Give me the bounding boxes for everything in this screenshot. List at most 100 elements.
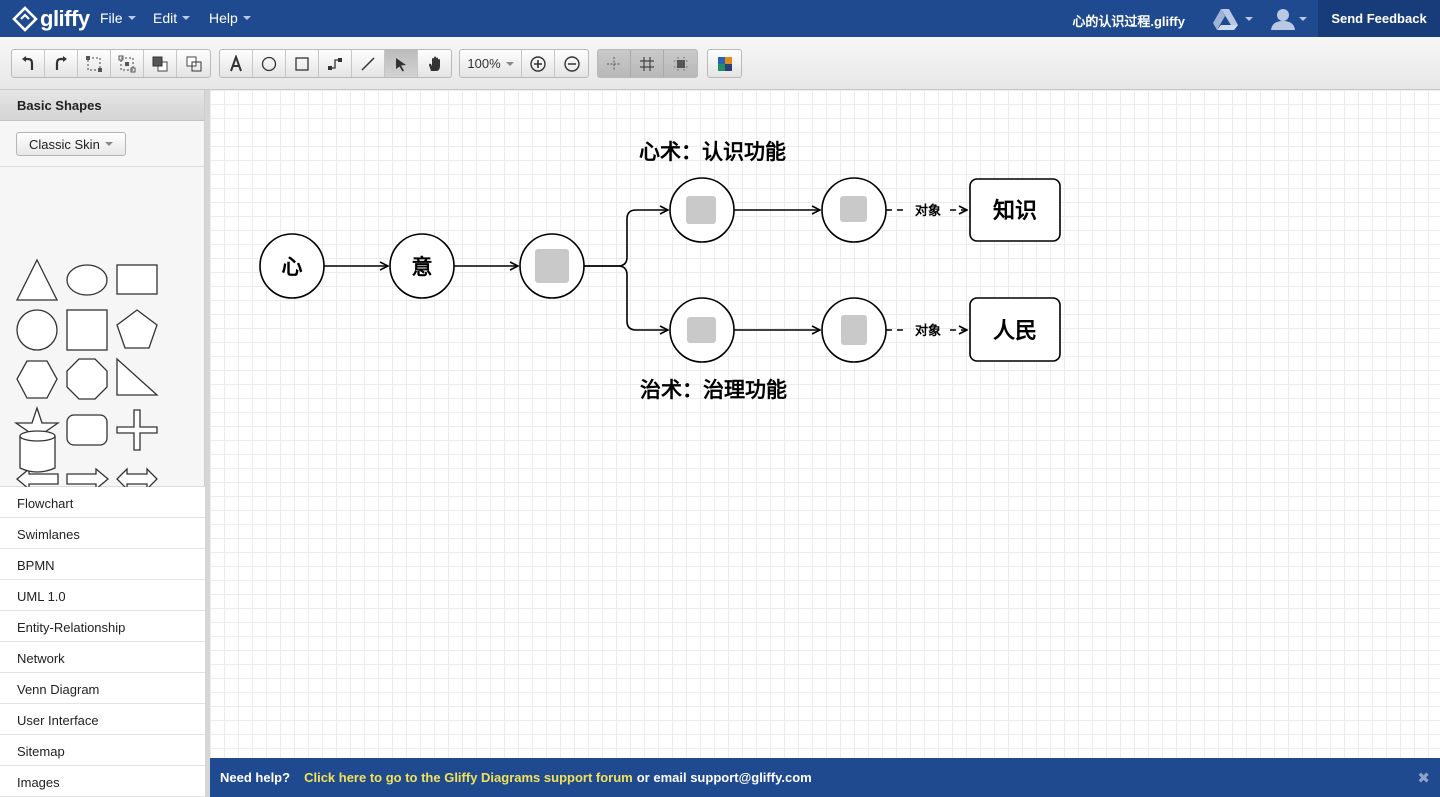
send-feedback-button[interactable]: Send Feedback <box>1318 0 1440 37</box>
snap-to-grid-button[interactable] <box>664 50 697 77</box>
bring-to-front-button[interactable] <box>144 50 177 77</box>
library-venn-diagram[interactable]: Venn Diagram <box>0 673 205 704</box>
redacted-bottom-1 <box>687 317 716 343</box>
help-prompt: Need help? <box>220 770 291 785</box>
menu-file[interactable]: File <box>100 10 136 26</box>
edge-mid-top[interactable] <box>584 210 668 267</box>
google-drive-icon <box>1213 9 1253 30</box>
shape-hexagon[interactable] <box>16 360 58 399</box>
library-flowchart[interactable]: Flowchart <box>0 487 205 518</box>
hand-icon <box>428 56 440 71</box>
logo-text: gliffy <box>40 6 90 31</box>
library-uml[interactable]: UML 1.0 <box>0 580 205 611</box>
shape-triangle[interactable] <box>15 258 59 301</box>
shape-right-triangle[interactable] <box>116 357 159 396</box>
ellipse-tool-icon <box>261 56 277 71</box>
grid-icon <box>640 56 654 71</box>
chevron-down-icon <box>104 142 113 146</box>
snap-to-guides-button[interactable] <box>598 50 631 77</box>
theme-group <box>707 49 742 78</box>
send-to-back-button[interactable] <box>177 50 210 77</box>
connector-tool-icon <box>328 57 342 70</box>
support-forum-link[interactable]: Click here to go to the Gliffy Diagrams … <box>304 770 633 785</box>
redacted-top-2 <box>840 196 867 222</box>
send-feedback-label: Send Feedback <box>1331 11 1427 26</box>
top-caption[interactable]: 心术：认识功能 <box>639 140 786 164</box>
user-menu-button[interactable] <box>1268 6 1310 32</box>
bottom-caption[interactable]: 治术：治理功能 <box>640 378 787 402</box>
grid-toggle-button[interactable] <box>631 50 664 77</box>
node-zhishi-label: 知识 <box>993 198 1037 224</box>
chevron-down-icon <box>242 16 251 20</box>
bring-to-front-icon <box>152 56 168 71</box>
edge-mid-bottom[interactable] <box>584 265 668 330</box>
skin-select-label: Classic Skin <box>29 136 100 152</box>
menu-edit-label: Edit <box>153 10 178 26</box>
skin-select-button[interactable]: Classic Skin <box>16 132 126 156</box>
google-drive-button[interactable] <box>1212 6 1256 32</box>
basic-shapes-header[interactable]: Basic Shapes <box>0 90 204 121</box>
gliffy-diamond-icon <box>12 6 38 32</box>
snap-grid-icon <box>673 56 688 71</box>
shape-cylinder[interactable] <box>19 430 56 473</box>
zoom-out-icon <box>563 55 580 72</box>
shape-ellipse[interactable] <box>66 264 108 296</box>
line-tool-button[interactable] <box>352 50 385 77</box>
zoom-out-button[interactable] <box>555 50 588 77</box>
shape-cylinder-row <box>19 430 56 473</box>
help-bar: Need help? Click here to go to the Gliff… <box>210 758 1440 797</box>
document-title[interactable]: 心的认识过程.gliffy <box>1072 11 1185 30</box>
gliffy-logo[interactable]: gliffy <box>12 4 90 34</box>
rectangle-tool-button[interactable] <box>286 50 319 77</box>
group-icon <box>86 55 102 72</box>
theme-button[interactable] <box>708 50 741 77</box>
undo-icon <box>22 55 34 70</box>
node-renmin-label: 人民 <box>993 319 1037 344</box>
close-icon[interactable]: ✖ <box>1417 769 1430 787</box>
library-bpmn[interactable]: BPMN <box>0 549 205 580</box>
toolbar: 100% <box>0 37 1440 90</box>
library-list: Flowchart Swimlanes BPMN UML 1.0 Entity-… <box>0 487 205 797</box>
diagram-canvas[interactable]: 心术：认识功能 治术：治理功能 对象 对象 心 意 知识 人民 <box>210 90 1440 758</box>
ungroup-button[interactable] <box>111 50 144 77</box>
library-sitemap[interactable]: Sitemap <box>0 735 205 766</box>
chevron-down-icon <box>505 61 514 66</box>
connector-tool-button[interactable] <box>319 50 352 77</box>
user-icon <box>1271 9 1307 30</box>
edge-label-bottom[interactable]: 对象 <box>915 323 941 339</box>
text-tool-icon <box>230 54 242 71</box>
library-entity-relationship[interactable]: Entity-Relationship <box>0 611 205 642</box>
support-email-text[interactable]: or email support@gliffy.com <box>637 770 812 785</box>
zoom-value: 100% <box>467 56 501 71</box>
redo-button[interactable] <box>45 50 78 77</box>
ungroup-icon <box>118 55 136 72</box>
menu-help-label: Help <box>209 10 238 26</box>
pan-tool-button[interactable] <box>418 50 451 77</box>
chevron-down-icon <box>182 16 191 20</box>
shape-rectangle[interactable] <box>116 264 158 295</box>
zoom-group: 100% <box>459 49 589 78</box>
rectangle-tool-icon <box>295 56 309 71</box>
library-network[interactable]: Network <box>0 642 205 673</box>
text-tool-button[interactable] <box>220 50 253 77</box>
group-button[interactable] <box>78 50 111 77</box>
redacted-mid <box>535 249 569 283</box>
zoom-in-button[interactable] <box>522 50 555 77</box>
library-images[interactable]: Images <box>0 766 205 797</box>
pointer-tool-button[interactable] <box>385 50 418 77</box>
shape-circle[interactable] <box>16 309 58 351</box>
ellipse-tool-button[interactable] <box>253 50 286 77</box>
shape-pentagon[interactable] <box>116 309 158 349</box>
menu-help[interactable]: Help <box>209 10 251 26</box>
shape-octagon[interactable] <box>66 358 108 400</box>
library-swimlanes[interactable]: Swimlanes <box>0 518 205 549</box>
menu-bar: gliffy File Edit Help 心的认识过程.gliffy Send… <box>0 0 1440 37</box>
menu-edit[interactable]: Edit <box>153 10 191 26</box>
undo-button[interactable] <box>12 50 45 77</box>
pointer-icon <box>396 57 406 71</box>
library-user-interface[interactable]: User Interface <box>0 704 205 735</box>
shape-square[interactable] <box>66 309 108 351</box>
redacted-bottom-2 <box>841 315 867 345</box>
edge-label-top[interactable]: 对象 <box>915 203 941 219</box>
zoom-select[interactable]: 100% <box>460 50 522 77</box>
